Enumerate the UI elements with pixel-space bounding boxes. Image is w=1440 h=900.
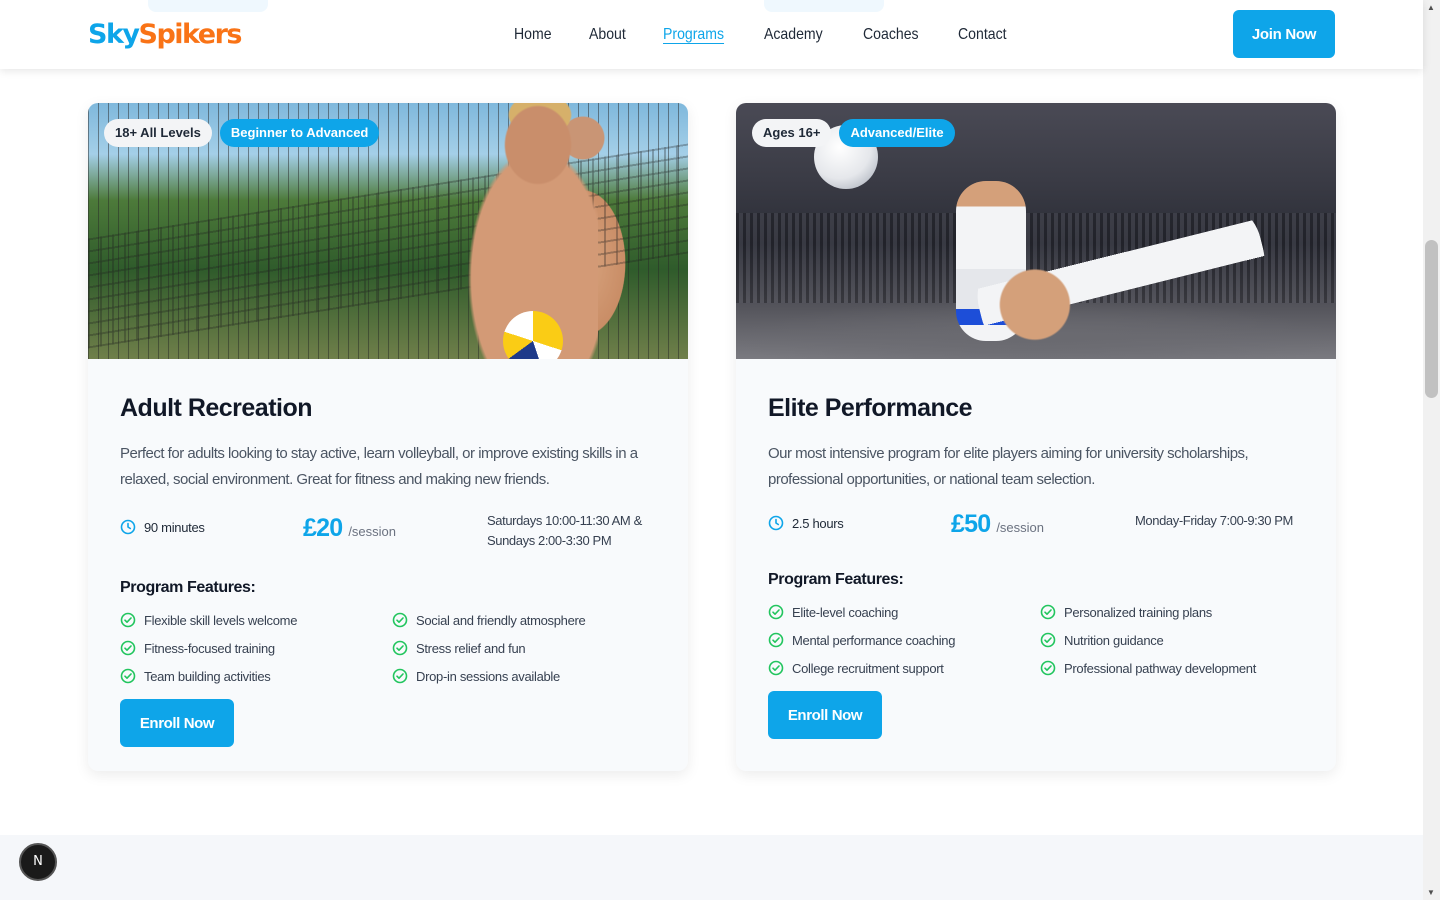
- join-now-button[interactable]: Join Now: [1233, 10, 1335, 58]
- feature-item: Fitness-focused training: [120, 637, 392, 659]
- logo[interactable]: SkySpikers: [88, 18, 243, 52]
- check-circle-icon: [1040, 604, 1056, 620]
- logo-part1: Sky: [88, 19, 140, 50]
- check-circle-icon: [1040, 660, 1056, 676]
- feature-text: Fitness-focused training: [144, 640, 275, 656]
- clock-icon: [120, 519, 136, 535]
- feature-text: Drop-in sessions available: [416, 668, 560, 684]
- program-title: Elite Performance: [768, 394, 973, 422]
- scrollbar-thumb[interactable]: [1425, 240, 1438, 398]
- feature-text: Stress relief and fun: [416, 640, 526, 656]
- check-circle-icon: [120, 612, 136, 628]
- feature-item: Elite-level coaching: [768, 601, 1040, 623]
- price-unit: /session: [348, 524, 397, 539]
- age-badge: Ages 16+: [752, 119, 832, 147]
- next-section-band: [0, 835, 1423, 900]
- duration-text: 2.5 hours: [792, 515, 844, 531]
- feature-text: Personalized training plans: [1064, 604, 1212, 620]
- schedule: Saturdays 10:00-11:30 AM & Sundays 2:00-…: [487, 513, 642, 548]
- feature-item: College recruitment support: [768, 657, 1040, 679]
- dev-indicator-button[interactable]: N: [19, 843, 57, 881]
- program-image: 18+ All Levels Beginner to Advanced: [88, 103, 688, 359]
- partial-button-top: [764, 0, 884, 12]
- feature-item: Mental performance coaching: [768, 629, 1040, 651]
- price: £50 /session: [951, 507, 1044, 541]
- check-circle-icon: [392, 612, 408, 628]
- feature-item: Stress relief and fun: [392, 637, 632, 659]
- program-description: Our most intensive program for elite pla…: [768, 445, 1249, 488]
- check-circle-icon: [120, 668, 136, 684]
- check-circle-icon: [768, 660, 784, 676]
- main-nav: Home About Programs Academy Coaches Cont…: [514, 24, 1013, 46]
- badge-row: 18+ All Levels Beginner to Advanced: [104, 119, 380, 147]
- program-image: Ages 16+ Advanced/Elite: [736, 103, 1336, 359]
- program-meta: 90 minutes £20 /session Saturdays 10:00-…: [120, 511, 656, 561]
- check-circle-icon: [120, 640, 136, 656]
- features-list: Elite-level coaching Personalized traini…: [768, 601, 1304, 679]
- features-title: Program Features:: [120, 579, 256, 596]
- enroll-now-button[interactable]: Enroll Now: [120, 699, 234, 747]
- check-circle-icon: [392, 640, 408, 656]
- nav-contact[interactable]: Contact: [958, 24, 1007, 46]
- duration-text: 90 minutes: [144, 519, 205, 535]
- feature-item: Nutrition guidance: [1040, 629, 1280, 651]
- schedule: Monday-Friday 7:00-9:30 PM: [1135, 513, 1293, 528]
- program-title: Adult Recreation: [120, 394, 313, 422]
- scroll-up-arrow-icon[interactable]: ▲: [1427, 3, 1435, 12]
- clock-icon: [768, 515, 784, 531]
- level-badge: Beginner to Advanced: [219, 119, 380, 147]
- program-description: Perfect for adults looking to stay activ…: [120, 445, 638, 488]
- feature-text: Mental performance coaching: [792, 632, 956, 648]
- program-meta: 2.5 hours £50 /session Monday-Friday 7:0…: [768, 510, 1304, 549]
- level-badge: Advanced/Elite: [839, 119, 955, 147]
- check-circle-icon: [1040, 632, 1056, 648]
- feature-item: Flexible skill levels welcome: [120, 609, 392, 631]
- enroll-now-button[interactable]: Enroll Now: [768, 691, 882, 739]
- age-badge: 18+ All Levels: [104, 119, 212, 147]
- features-title: Program Features:: [768, 571, 904, 588]
- check-circle-icon: [768, 632, 784, 648]
- feature-text: Professional pathway development: [1064, 660, 1257, 676]
- feature-text: Social and friendly atmosphere: [416, 612, 586, 628]
- program-card-adult-recreation: 18+ All Levels Beginner to Advanced Adul…: [88, 103, 688, 771]
- nav-academy[interactable]: Academy: [764, 24, 823, 46]
- feature-item: Personalized training plans: [1040, 601, 1280, 623]
- logo-part2: Spikers: [138, 19, 243, 50]
- feature-text: Flexible skill levels welcome: [144, 612, 298, 628]
- badge-row: Ages 16+ Advanced/Elite: [752, 119, 955, 147]
- feature-item: Social and friendly atmosphere: [392, 609, 632, 631]
- feature-text: Team building activities: [144, 668, 271, 684]
- feature-text: Nutrition guidance: [1064, 632, 1164, 648]
- nav-home[interactable]: Home: [514, 24, 552, 46]
- program-card-elite-performance: Ages 16+ Advanced/Elite Elite Performanc…: [736, 103, 1336, 771]
- price: £20 /session: [303, 511, 396, 545]
- check-circle-icon: [768, 604, 784, 620]
- duration: 2.5 hours: [768, 515, 844, 531]
- page-scrollbar[interactable]: ▲ ▼: [1423, 0, 1440, 900]
- feature-item: Drop-in sessions available: [392, 665, 632, 687]
- nav-about[interactable]: About: [589, 24, 626, 46]
- price-amount: £20: [303, 514, 343, 542]
- nav-programs[interactable]: Programs: [663, 24, 724, 46]
- check-circle-icon: [392, 668, 408, 684]
- feature-item: Team building activities: [120, 665, 392, 687]
- nav-coaches[interactable]: Coaches: [863, 24, 919, 46]
- features-list: Flexible skill levels welcome Social and…: [120, 609, 656, 687]
- feature-item: Professional pathway development: [1040, 657, 1280, 679]
- duration: 90 minutes: [120, 519, 205, 535]
- scroll-down-arrow-icon[interactable]: ▼: [1427, 888, 1435, 897]
- price-unit: /session: [996, 520, 1045, 535]
- feature-text: Elite-level coaching: [792, 604, 899, 620]
- price-amount: £50: [951, 510, 991, 538]
- partial-button-top: [148, 0, 268, 12]
- feature-text: College recruitment support: [792, 660, 944, 676]
